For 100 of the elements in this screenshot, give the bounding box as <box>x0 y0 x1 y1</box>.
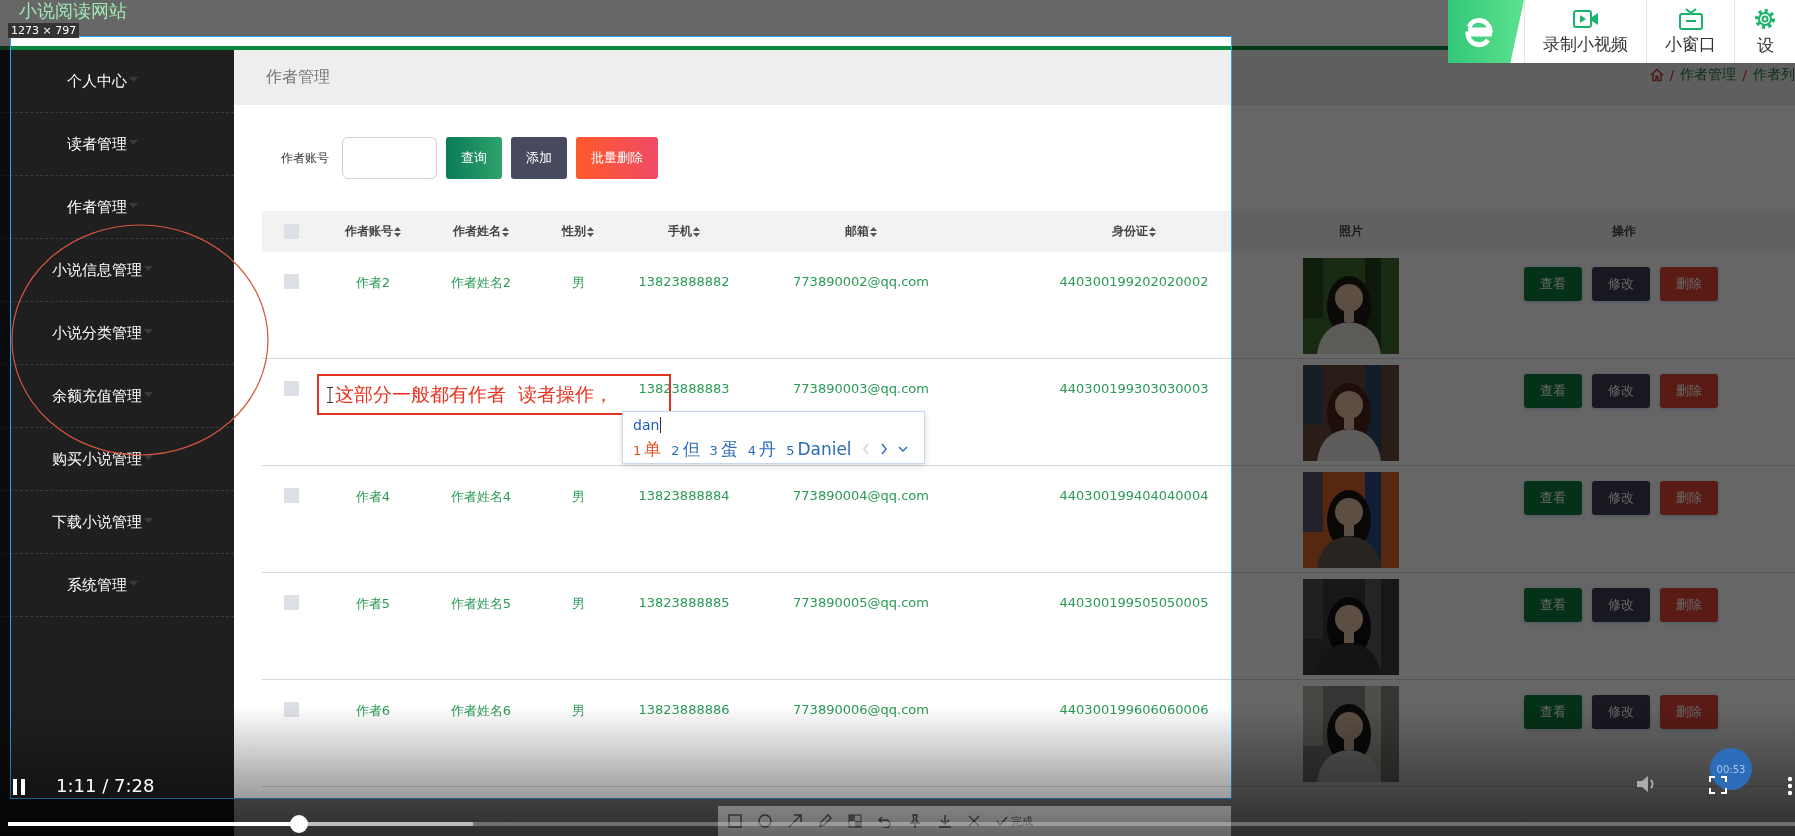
table-cell: 13823888884 <box>638 488 730 503</box>
checkbox[interactable] <box>283 274 299 289</box>
recorder-item[interactable]: 小窗口 <box>1646 0 1734 63</box>
table-cell: 440300199505050005 <box>1059 595 1209 610</box>
ime-candidate[interactable]: 3 蛋 <box>709 437 738 461</box>
progress-thumb[interactable] <box>290 815 309 833</box>
sort-icon <box>587 226 594 237</box>
column-header: 照片 <box>1339 223 1363 240</box>
toolbar-button[interactable]: 添加 <box>511 137 567 179</box>
row-action-button[interactable]: 修改 <box>1592 695 1650 729</box>
download-icon[interactable] <box>938 814 952 828</box>
sidebar-item[interactable]: 系统管理 <box>0 554 234 617</box>
table-cell: 作者姓名6 <box>450 702 512 720</box>
recorder-item[interactable]: 录制小视频 <box>1524 0 1646 63</box>
pen-tool-icon[interactable] <box>818 814 832 828</box>
ime-input-text: dan <box>633 417 660 433</box>
table-cell: 13823888885 <box>638 595 730 610</box>
selection-frame[interactable] <box>10 36 1232 799</box>
ime-candidate[interactable]: 1 单 <box>633 437 662 461</box>
caret-icon <box>143 454 153 460</box>
caret-icon <box>128 580 138 586</box>
table-cell: 440300199404040004 <box>1059 488 1209 503</box>
column-header[interactable]: 手机 <box>668 223 700 240</box>
annotation-text: 这部分一般都有作者 读者操作， <box>335 381 614 407</box>
sidebar-item[interactable]: 作者管理 <box>0 176 234 239</box>
column-header[interactable]: 作者姓名 <box>453 223 509 240</box>
sidebar-item[interactable]: 下载小说管理 <box>0 491 234 554</box>
table-cell: 作者6 <box>355 702 391 720</box>
more-icon[interactable] <box>1787 776 1793 796</box>
search-field[interactable] <box>342 137 437 179</box>
column-header[interactable]: 身份证 <box>1112 223 1156 240</box>
caret-icon <box>143 328 153 334</box>
column-header[interactable]: 作者账号 <box>345 223 401 240</box>
table-cell: 440300199606060006 <box>1059 702 1209 717</box>
sidebar-item[interactable]: 读者管理 <box>0 113 234 176</box>
checkbox[interactable] <box>283 595 299 610</box>
search-label: 作者账号 <box>281 149 329 167</box>
table-cell: 13823888886 <box>638 702 730 717</box>
timer-badge: 00:53 <box>1710 748 1752 790</box>
caret-icon <box>128 139 138 145</box>
checkbox[interactable] <box>283 381 299 396</box>
sidebar-item[interactable]: 小说信息管理 <box>0 239 234 302</box>
mosaic-tool-icon[interactable] <box>848 814 862 828</box>
table-cell: 773890004@qq.com <box>793 488 929 503</box>
row-action-button[interactable]: 修改 <box>1592 374 1650 408</box>
column-header: 操作 <box>1612 223 1636 240</box>
column-header[interactable]: 性别 <box>562 223 594 240</box>
sidebar-item[interactable]: 小说分类管理 <box>0 302 234 365</box>
pause-icon[interactable] <box>12 779 26 795</box>
table-cell: 作者4 <box>355 488 391 506</box>
toolbar-button[interactable]: 批量删除 <box>576 137 658 179</box>
table-cell: 作者2 <box>355 274 391 292</box>
breadcrumb-separator: / <box>1742 66 1747 83</box>
table-cell: 773890003@qq.com <box>793 381 929 396</box>
ime-candidate[interactable]: 4 丹 <box>747 437 777 461</box>
sort-icon <box>693 226 700 237</box>
recorder-item[interactable]: 设 <box>1734 0 1795 63</box>
row-action-button[interactable]: 修改 <box>1592 588 1650 622</box>
sort-icon <box>394 226 401 237</box>
table-cell: 作者姓名4 <box>450 488 512 506</box>
checkbox[interactable] <box>283 702 299 717</box>
sort-icon <box>1149 226 1156 237</box>
table-cell: 440300199202020002 <box>1059 274 1209 289</box>
ellipse-tool-icon[interactable] <box>758 814 772 828</box>
table-cell: 男 <box>571 595 585 613</box>
tv-icon <box>1678 7 1703 30</box>
table-cell: 13823888882 <box>638 274 730 289</box>
settings-icon <box>1753 6 1777 31</box>
next-icon[interactable] <box>879 443 888 455</box>
row-action-button[interactable]: 修改 <box>1592 267 1650 301</box>
sidebar-item[interactable]: 余额充值管理 <box>0 365 234 428</box>
table-cell: 773890005@qq.com <box>793 595 929 610</box>
toolbar-button[interactable]: 查询 <box>446 137 502 179</box>
table-cell: 773890006@qq.com <box>793 702 929 717</box>
table-cell: 作者5 <box>355 595 391 613</box>
sort-icon <box>502 226 509 237</box>
table-cell: 男 <box>571 488 585 506</box>
caret-icon <box>128 76 138 82</box>
fullscreen-icon[interactable] <box>1709 776 1727 794</box>
size-label: 1273 × 797 <box>8 23 80 38</box>
check-icon <box>996 816 1008 826</box>
table-cell: 男 <box>571 274 585 292</box>
ime-candidate[interactable]: 5 Daniel <box>786 439 852 459</box>
ime-candidate[interactable]: 2 但 <box>671 437 700 461</box>
column-header[interactable]: 邮箱 <box>845 223 877 240</box>
undo-icon[interactable] <box>878 814 892 828</box>
rectangle-tool-icon[interactable] <box>728 814 742 828</box>
pin-icon[interactable] <box>908 814 922 828</box>
table-cell: 男 <box>571 702 585 720</box>
expand-icon[interactable] <box>897 445 908 453</box>
checkbox[interactable] <box>283 488 299 503</box>
arrow-tool-icon[interactable] <box>788 814 802 828</box>
table-cell: 440300199303030003 <box>1059 381 1209 396</box>
caret-icon <box>143 391 153 397</box>
close-icon[interactable] <box>968 815 980 827</box>
caret-icon <box>143 265 153 271</box>
table-cell: 作者姓名5 <box>450 595 512 613</box>
table-cell: 773890002@qq.com <box>793 274 929 289</box>
page-title: 作者管理 <box>266 67 330 88</box>
row-action-button[interactable]: 修改 <box>1592 481 1650 515</box>
